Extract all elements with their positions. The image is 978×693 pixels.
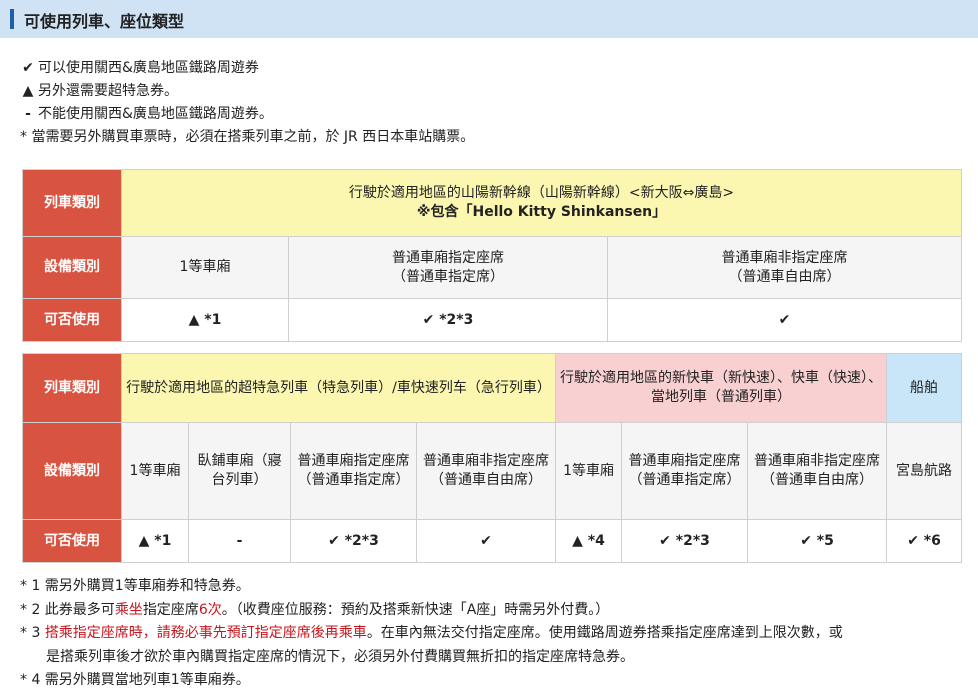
row-label-facility: 設備類別 — [22, 236, 122, 299]
row-label-train: 列車類別 — [22, 353, 122, 423]
train-type-ship: 船舶 — [886, 353, 963, 423]
legend-item-extra: ▲ 另外還需要超特急券。 — [20, 80, 474, 103]
footnotes: * 1 需另外購買1等車廂券和特急券。 * 2 此券最多可乘坐指定座席6次。（收… — [20, 575, 843, 693]
dash-icon: - — [25, 106, 31, 122]
header-accent-bar — [10, 9, 14, 29]
footnote-3-continued: 是搭乘列車後才欲於車內購買指定座席的情況下，必須另外付費購買無折扣的指定座席特急… — [46, 648, 634, 665]
legend-item-usable: ✔ 可以使用關西&廣島地區鐵路周遊券 — [20, 57, 474, 80]
legend-item-not-usable: - 不能使用關西&廣島地區鐵路周遊券。 — [20, 103, 474, 126]
facility-cell: 1等車廂 — [121, 422, 189, 520]
usable-cell: ▲ *4 — [555, 519, 623, 563]
usable-cell: ✔ — [606, 298, 963, 342]
train-type-local: 行駛於適用地區的新快車（新快速）、快車（快速）、當地列車（普通列車） — [555, 353, 888, 423]
train-type-cell: 行駛於適用地區的山陽新幹線（山陽新幹線）<新大阪⇔廣島> ※包含「Hello K… — [120, 169, 963, 237]
usable-cell: ✔ *5 — [747, 519, 888, 563]
facility-cell: 普通車廂指定座席（普通車指定席） — [290, 422, 417, 520]
facility-cell: 普通車廂指定座席 （普通車指定席） — [288, 236, 608, 299]
legend: ✔ 可以使用關西&廣島地區鐵路周遊券 ▲ 另外還需要超特急券。 - 不能使用關西&廣島… — [20, 57, 474, 149]
usable-cell: ✔ *2*3 — [621, 519, 749, 563]
shinkansen-table: 列車類別 行駛於適用地區的山陽新幹線（山陽新幹線）<新大阪⇔廣島> ※包含「He… — [22, 169, 963, 342]
usable-cell: ✔ *6 — [886, 519, 963, 563]
legend-note: * 當需要另外購買車票時，必須在搭乘列車之前，於 JR 西日本車站購票。 — [20, 129, 475, 145]
footnote-2: * 2 此券最多可乘坐指定座席6次。（收費座位服務：預約及搭乘新快速「A座」時需… — [20, 601, 610, 618]
row-label-usable: 可否使用 — [22, 519, 122, 563]
row-label-usable: 可否使用 — [22, 298, 122, 342]
footnote-3: * 3 搭乘指定座席時，請務必事先預訂指定座席後再乘車。在車內無法交付指定座席。… — [20, 625, 843, 641]
usable-cell: ▲ *1 — [121, 298, 289, 342]
facility-cell: 1等車廂 — [555, 422, 623, 520]
facility-cell: 普通車廂非指定座席 （普通車自由席） — [606, 236, 963, 299]
footnote-1: * 1 需另外購買1等車廂券和特急券。 — [20, 578, 250, 594]
section-header: 可使用列車、座位類型 — [0, 0, 978, 38]
row-label-train: 列車類別 — [22, 169, 122, 237]
usable-cell: ✔ *2*3 — [290, 519, 417, 563]
usable-cell: ✔ *2*3 — [288, 298, 608, 342]
triangle-icon: ▲ — [22, 83, 34, 99]
facility-cell: 普通車廂非指定座席（普通車自由席） — [747, 422, 888, 520]
facility-cell: 普通車廂非指定座席（普通車自由席） — [415, 422, 557, 520]
facility-cell: 宮島航路 — [886, 422, 963, 520]
section-title: 可使用列車、座位類型 — [24, 12, 185, 31]
usable-cell: ✔ — [415, 519, 557, 563]
row-label-facility: 設備類別 — [22, 422, 122, 520]
train-type-express: 行駛於適用地區的超特急列車（特急列車）/車快速列车（急行列車） — [120, 353, 557, 423]
conventional-lines-table: 列車類別 行駛於適用地區的超特急列車（特急列車）/車快速列车（急行列車） 行駛於… — [22, 353, 963, 563]
facility-cell: 臥鋪車廂（寢台列車） — [188, 422, 291, 520]
usable-cell: ▲ *1 — [121, 519, 189, 563]
facility-cell: 普通車廂指定座席（普通車指定席） — [621, 422, 749, 520]
facility-cell: 1等車廂 — [121, 236, 289, 299]
check-icon: ✔ — [22, 60, 34, 76]
usable-cell: - — [188, 519, 291, 563]
